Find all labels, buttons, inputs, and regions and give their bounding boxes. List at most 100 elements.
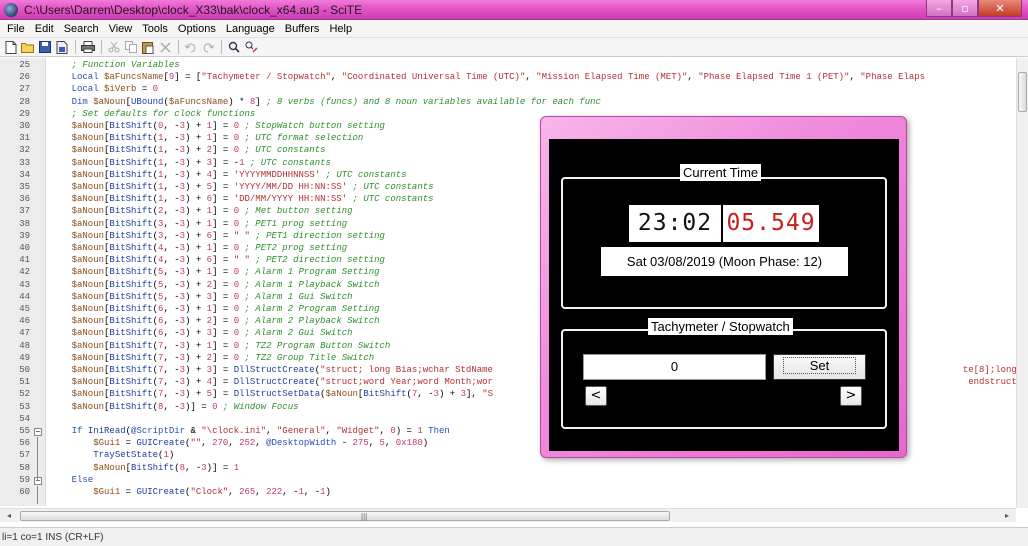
print-icon[interactable] (80, 40, 96, 55)
stopwatch-title: Tachymeter / Stopwatch (648, 318, 793, 335)
line-number: 42 (19, 267, 30, 278)
menu-help[interactable]: Help (324, 23, 357, 35)
cut-icon[interactable] (106, 40, 122, 55)
line-number: 55 (19, 426, 30, 436)
line-number: 53 (19, 401, 30, 412)
menu-search[interactable]: Search (59, 23, 104, 35)
line-number: 46 (19, 316, 30, 327)
delete-icon[interactable] (157, 40, 173, 55)
next-function-button[interactable]: > (840, 386, 862, 406)
undo-icon[interactable] (183, 40, 199, 55)
close-button[interactable]: ✕ (978, 0, 1022, 17)
line-number: 30 (19, 121, 30, 131)
line-number: 56 (19, 438, 30, 449)
line-number: 58 (19, 462, 30, 473)
line-number: 52 (19, 389, 30, 400)
window-title: C:\Users\Darren\Desktop\clock_X33\bak\cl… (24, 3, 363, 17)
fold-marker-icon[interactable]: − (34, 428, 42, 436)
save-all-icon[interactable] (54, 40, 70, 55)
new-file-icon[interactable] (3, 40, 19, 55)
menu-tools[interactable]: Tools (137, 23, 173, 35)
paste-icon[interactable] (140, 40, 156, 55)
clock-panel: Current Time 23:02 05.549 Sat 03/08/2019… (549, 139, 899, 451)
menu-view[interactable]: View (104, 23, 138, 35)
menu-buffers[interactable]: Buffers (280, 23, 325, 35)
vertical-scroll-thumb[interactable] (1018, 72, 1027, 112)
line-number: 47 (19, 328, 30, 339)
status-bar: li=1 co=1 INS (CR+LF) (0, 527, 1028, 546)
line-number: 54 (19, 413, 30, 424)
toolbar (0, 38, 1028, 57)
window-controls: – ▫ ✕ (926, 0, 1022, 18)
line-number: 57 (19, 450, 30, 461)
line-number: 28 (19, 96, 30, 107)
toolbar-separator (221, 40, 222, 54)
copy-icon[interactable] (123, 40, 139, 55)
toolbar-separator (75, 40, 76, 54)
code-line[interactable]: Dim $aNoun[UBound($aFuncsName) * 8] ; 8 … (50, 97, 1016, 109)
scroll-left-arrow-icon[interactable]: ◂ (2, 510, 16, 522)
menu-edit[interactable]: Edit (30, 23, 59, 35)
line-number: 36 (19, 194, 30, 205)
save-icon[interactable] (37, 40, 53, 55)
line-number: 41 (19, 255, 30, 266)
scroll-grip-icon: ||| (361, 512, 368, 521)
line-number: 51 (19, 377, 30, 388)
toolbar-separator (101, 40, 102, 54)
time-seconds: 05.549 (723, 205, 819, 242)
line-number: 26 (19, 72, 30, 83)
code-line[interactable]: Local $aFuncsName[9] = ["Tachymeter / St… (50, 72, 1016, 84)
code-line[interactable]: $aNoun[BitShift(8, -3)] = 1 (50, 463, 1016, 475)
line-number: 31 (19, 133, 30, 144)
minimize-button[interactable]: – (926, 0, 952, 17)
scite-app-icon[interactable] (4, 3, 18, 17)
set-button-label: Set (782, 357, 857, 374)
fold-line (37, 437, 38, 480)
open-folder-icon[interactable] (20, 40, 36, 55)
line-number: 50 (19, 365, 30, 375)
line-number: 32 (19, 145, 30, 156)
current-time-title: Current Time (680, 164, 762, 181)
line-number: 34 (19, 169, 30, 180)
fold-line (37, 485, 38, 505)
replace-icon[interactable] (243, 40, 259, 55)
line-number: 40 (19, 243, 30, 253)
code-line[interactable]: $Gui1 = GUICreate("Clock", 265, 222, -1,… (50, 487, 1016, 499)
stopwatch-value-field[interactable]: 0 (583, 354, 766, 380)
line-number: 59 (19, 474, 30, 485)
code-line[interactable]: ; Function Variables (50, 60, 1016, 72)
menu-file[interactable]: File (2, 23, 30, 35)
line-number: 38 (19, 218, 30, 229)
line-number: 45 (19, 304, 30, 314)
line-number: 37 (19, 206, 30, 217)
line-number: 44 (19, 291, 30, 302)
line-number: 33 (19, 157, 30, 168)
line-number: 27 (19, 84, 30, 95)
line-number: 25 (19, 60, 30, 70)
title-bar[interactable]: C:\Users\Darren\Desktop\clock_X33\bak\cl… (0, 0, 1028, 20)
line-number: 29 (19, 108, 30, 119)
horizontal-scrollbar[interactable]: ◂ ||| ▸ (0, 508, 1016, 522)
redo-icon[interactable] (200, 40, 216, 55)
code-line[interactable]: Local $iVerb = 0 (50, 84, 1016, 96)
line-number-gutter: 25 26 27 28 29 30 31 32 33 34 35 36 37 38 39 40 41 42 43 44… (0, 58, 46, 506)
horizontal-scroll-thumb[interactable]: ||| (20, 511, 670, 521)
find-icon[interactable] (226, 40, 242, 55)
maximize-button[interactable]: ▫ (952, 0, 978, 17)
clock-window[interactable]: Current Time 23:02 05.549 Sat 03/08/2019… (540, 116, 907, 458)
vertical-scrollbar[interactable] (1016, 58, 1028, 508)
line-number: 35 (19, 182, 30, 192)
date-label: Sat 03/08/2019 (Moon Phase: 12) (601, 247, 848, 276)
menu-bar: File Edit Search View Tools Options Lang… (0, 21, 1028, 38)
line-number: 39 (19, 230, 30, 241)
fold-marker-icon[interactable]: − (34, 476, 42, 485)
code-line[interactable]: Else (50, 475, 1016, 487)
time-hours-minutes: 23:02 (629, 205, 721, 242)
toolbar-separator (178, 40, 179, 54)
menu-options[interactable]: Options (173, 23, 221, 35)
previous-function-button[interactable]: < (585, 386, 607, 406)
line-number: 43 (19, 279, 30, 290)
set-button[interactable]: Set (773, 354, 866, 380)
scroll-right-arrow-icon[interactable]: ▸ (1000, 510, 1014, 522)
menu-language[interactable]: Language (221, 23, 280, 35)
